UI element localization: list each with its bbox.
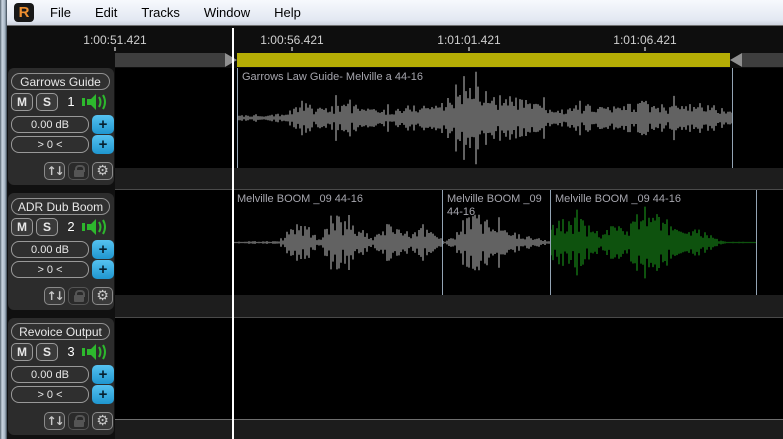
audio-clip[interactable]: Melville BOOM _09 44-16 [443,190,551,295]
speaker-icon[interactable] [82,217,110,237]
time-label: 1:00:51.421 [83,33,146,47]
process-block-start-handle[interactable] [225,53,237,67]
gain-assign-button[interactable]: + [92,240,114,259]
pan-assign-button[interactable]: + [92,385,114,404]
menu-file[interactable]: File [38,0,83,25]
pan-button[interactable]: > 0 < [11,261,89,278]
reorder-track-button[interactable]: ↑↓ [44,287,65,305]
track-name-button[interactable]: Garrows Guide [11,73,110,90]
track-header-3: Revoice Output M S 3 0.00 dB + > 0 < + ↑… [8,318,114,435]
bottom-bar [7,419,783,439]
gain-button[interactable]: 0.00 dB [11,241,89,258]
track-number: 1 [63,94,79,109]
clip-label: Garrows Law Guide- Melville a 44-16 [242,71,729,84]
revoice-pro-window: R File Edit Tracks Window Help 1:00:51.4… [0,0,783,439]
clip-label: Melville BOOM _09 44-16 [555,193,753,206]
ruler-tick [291,47,293,51]
speaker-icon[interactable] [82,92,110,112]
track-name-button[interactable]: ADR Dub Boom [11,198,110,215]
app-logo-icon[interactable]: R [14,3,34,22]
up-down-arrows-icon: ↑↓ [46,164,62,178]
audio-clip[interactable]: Garrows Law Guide- Melville a 44-16 [237,68,733,168]
menu-help[interactable]: Help [262,0,313,25]
mute-button[interactable]: M [11,343,33,361]
gain-button[interactable]: 0.00 dB [11,116,89,133]
gear-icon: ⚙ [96,288,109,304]
process-bar-left-segment[interactable] [115,53,225,67]
lock-button[interactable] [68,412,89,430]
track-header-2: ADR Dub Boom M S 2 0.00 dB + > 0 < + ↑↓ … [8,193,114,310]
menu-tracks[interactable]: Tracks [129,0,192,25]
pan-button[interactable]: > 0 < [11,386,89,403]
track-name-button[interactable]: Revoice Output [11,323,110,340]
ruler-tick [644,47,646,51]
track-header-1: Garrows Guide M S 1 0.00 dB + > 0 < + ↑↓… [8,68,114,185]
track-divider [115,168,783,190]
gain-assign-button[interactable]: + [92,365,114,384]
window-border [0,0,7,439]
gain-button[interactable]: 0.00 dB [11,366,89,383]
solo-button[interactable]: S [36,218,58,236]
reorder-track-button[interactable]: ↑↓ [44,162,65,180]
playhead-cursor[interactable] [232,28,234,439]
pan-assign-button[interactable]: + [92,135,114,154]
up-down-arrows-icon: ↑↓ [46,414,62,428]
gear-icon: ⚙ [96,413,109,429]
solo-button[interactable]: S [36,93,58,111]
process-block-end-handle[interactable] [730,53,742,67]
lock-icon [74,170,84,177]
solo-button[interactable]: S [36,343,58,361]
track-lane-3[interactable] [115,318,783,419]
reorder-track-button[interactable]: ↑↓ [44,412,65,430]
menu-bar: R File Edit Tracks Window Help [7,0,783,26]
ruler-tick [114,47,116,51]
lock-icon [74,420,84,427]
up-down-arrows-icon: ↑↓ [46,289,62,303]
mute-button[interactable]: M [11,93,33,111]
mute-button[interactable]: M [11,218,33,236]
lock-button[interactable] [68,162,89,180]
audio-clip[interactable]: Melville BOOM _09 44-16 [551,190,757,295]
track-settings-button[interactable]: ⚙ [92,162,113,180]
clip-label: Melville BOOM _09 44-16 [237,193,439,206]
track-number: 3 [63,344,79,359]
clip-label: Melville BOOM _09 44-16 [447,193,547,219]
pan-assign-button[interactable]: + [92,260,114,279]
time-label: 1:01:01.421 [437,33,500,47]
track-number: 2 [63,219,79,234]
menu-edit[interactable]: Edit [83,0,129,25]
gear-icon: ⚙ [96,163,109,179]
track-divider [115,295,783,318]
process-bar-right-segment[interactable] [742,53,783,67]
lock-icon [74,295,84,302]
gain-assign-button[interactable]: + [92,115,114,134]
process-block-bar[interactable] [237,53,730,67]
ruler-tick [468,47,470,51]
lock-button[interactable] [68,287,89,305]
track-settings-button[interactable]: ⚙ [92,412,113,430]
menu-window[interactable]: Window [192,0,262,25]
time-label: 1:01:06.421 [613,33,676,47]
time-label: 1:00:56.421 [260,33,323,47]
audio-clip[interactable]: Melville BOOM _09 44-16 [233,190,443,295]
speaker-icon[interactable] [82,342,110,362]
pan-button[interactable]: > 0 < [11,136,89,153]
track-settings-button[interactable]: ⚙ [92,287,113,305]
